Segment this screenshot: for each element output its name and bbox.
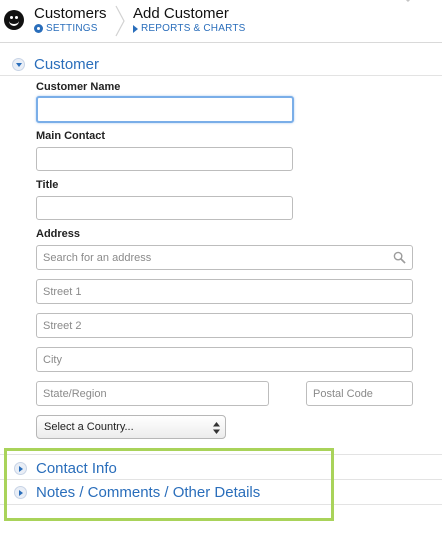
address-search-input[interactable] xyxy=(36,245,413,270)
customer-name-input[interactable] xyxy=(36,96,294,123)
settings-link[interactable]: SETTINGS xyxy=(34,23,107,34)
breadcrumb-separator-icon xyxy=(115,5,125,37)
gear-icon xyxy=(34,24,43,33)
app-logo-icon[interactable] xyxy=(4,10,24,30)
breadcrumb-add-customer: Add Customer REPORTS & CHARTS xyxy=(133,5,246,34)
highlight-box xyxy=(4,448,334,521)
select-arrows-icon xyxy=(213,422,220,434)
street2-input[interactable] xyxy=(36,313,413,338)
title-input[interactable] xyxy=(36,196,293,220)
reports-charts-link[interactable]: REPORTS & CHARTS xyxy=(133,23,246,34)
postal-code-input[interactable] xyxy=(306,381,413,406)
breadcrumb-customers: Customers SETTINGS xyxy=(34,5,107,34)
customer-name-label: Customer Name xyxy=(36,81,121,93)
country-select-value: Select a Country... xyxy=(44,421,134,433)
reports-charts-link-label: REPORTS & CHARTS xyxy=(141,23,246,34)
main-contact-label: Main Contact xyxy=(36,130,106,142)
section-divider xyxy=(0,75,442,76)
city-input[interactable] xyxy=(36,347,413,372)
chevron-down-icon[interactable] xyxy=(402,0,414,6)
search-icon[interactable] xyxy=(393,251,406,264)
section-title-customer: Customer xyxy=(34,56,100,73)
play-icon xyxy=(133,24,138,33)
collapse-toggle-icon xyxy=(12,58,25,71)
title-label: Title xyxy=(36,179,59,191)
address-label: Address xyxy=(36,228,81,240)
main-contact-input[interactable] xyxy=(36,147,293,171)
page-title: Add Customer xyxy=(133,5,229,22)
street1-input[interactable] xyxy=(36,279,413,304)
settings-link-label: SETTINGS xyxy=(46,23,98,34)
section-header-customer[interactable]: Customer xyxy=(12,56,99,73)
state-region-input[interactable] xyxy=(36,381,269,406)
country-select[interactable]: Select a Country... xyxy=(36,415,226,439)
breadcrumb-title-customers[interactable]: Customers xyxy=(34,5,107,22)
